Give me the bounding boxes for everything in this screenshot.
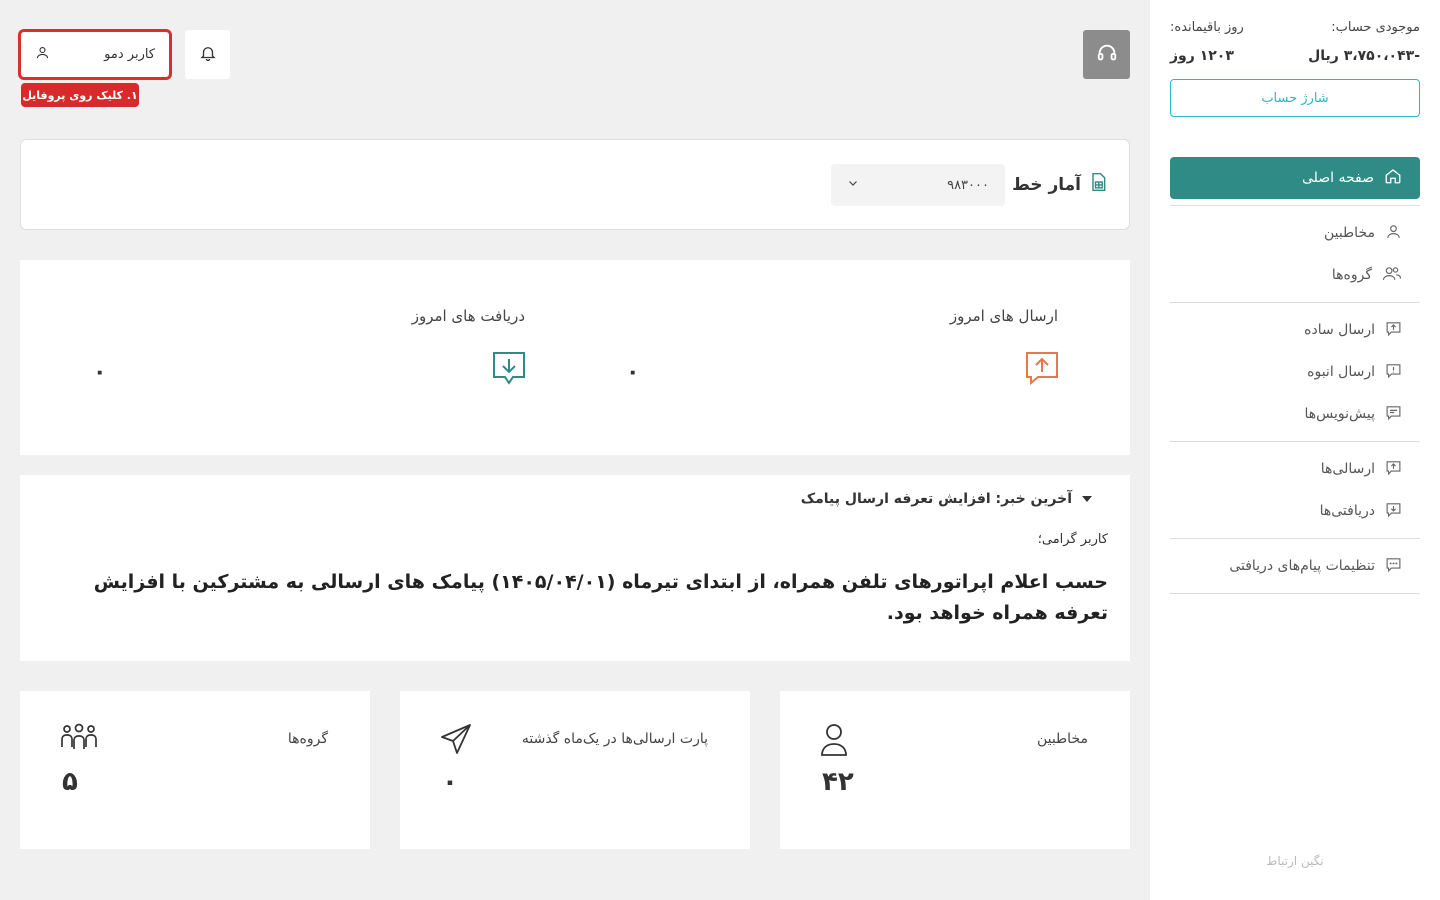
page-title: آمار خط <box>1012 174 1081 195</box>
users-icon <box>1382 265 1402 286</box>
sidebar-item-label: دریافتی‌ها <box>1319 503 1375 519</box>
news-title: آخرین خبر: افزایش تعرفه ارسال پیامک <box>800 491 1072 507</box>
menu-group-reports: ارسالی‌ها دریافتی‌ها <box>1170 442 1420 539</box>
groups-stat-value: ۵ <box>62 767 78 797</box>
sidebar-item-simple-send[interactable]: ارسال ساده <box>1170 309 1420 351</box>
sidebar-item-label: گروه‌ها <box>1331 267 1372 283</box>
sent-parts-stat-value: ۰ <box>442 767 458 797</box>
footer-brand-link[interactable]: نگین ارتباط <box>1150 854 1440 868</box>
support-button[interactable] <box>1083 30 1130 79</box>
days-remaining-value: ۱۲۰۳ روز <box>1170 48 1234 64</box>
message-draft-icon <box>1385 404 1402 425</box>
message-upload-icon <box>1385 320 1402 341</box>
bell-icon <box>199 44 217 66</box>
sidebar-item-label: ارسال ساده <box>1304 322 1375 338</box>
inbox-icon <box>1385 501 1402 522</box>
contacts-stat-card[interactable]: مخاطبین ۴۲ <box>780 691 1130 849</box>
days-remaining-label: روز باقیمانده: <box>1170 20 1244 35</box>
charge-account-button[interactable]: شارژ حساب <box>1170 79 1420 117</box>
latest-news-card: آخرین خبر: افزایش تعرفه ارسال پیامک کارب… <box>20 475 1130 661</box>
home-icon <box>1384 167 1402 189</box>
sidebar-item-label: پیش‌نویس‌ها <box>1304 406 1376 422</box>
chevron-down-icon <box>847 177 859 193</box>
sidebar-item-received[interactable]: دریافتی‌ها <box>1170 490 1420 532</box>
sidebar-item-drafts[interactable]: پیش‌نویس‌ها <box>1170 393 1420 435</box>
message-download-icon <box>491 350 527 390</box>
today-sent-value: ۰ <box>626 360 640 385</box>
line-stats-title: آمار خط <box>1012 172 1107 197</box>
line-stats-card: آمار خط ۹۸۳۰۰۰ <box>20 139 1130 230</box>
today-sent-label: ارسال های امروز <box>949 307 1058 325</box>
message-upload-icon <box>1024 350 1060 390</box>
paper-plane-icon <box>440 723 472 759</box>
notifications-button[interactable] <box>185 30 230 79</box>
sidebar-item-label: ارسال انبوه <box>1307 364 1375 380</box>
news-greeting: کاربر گرامی؛ <box>1037 532 1108 547</box>
contacts-stat-label: مخاطبین <box>1036 731 1088 747</box>
user-icon <box>1385 223 1402 244</box>
balance-values-row: -۳،۷۵۰،۰۴۳ ریال ۱۲۰۳ روز <box>1170 48 1420 64</box>
menu-group-contacts: مخاطبین گروه‌ها <box>1170 205 1420 303</box>
groups-stat-card[interactable]: گروه‌ها ۵ <box>20 691 370 849</box>
balance-label: موجودی حساب: <box>1331 20 1420 35</box>
balance-value: -۳،۷۵۰،۰۴۳ ریال <box>1308 48 1420 64</box>
sent-parts-stat-label: پارت ارسالی‌ها در یک‌ماه گذشته <box>521 731 708 747</box>
sim-card-icon <box>1089 172 1107 197</box>
news-body: حسب اعلام اپراتورهای تلفن همراه، از ابتد… <box>93 571 1108 624</box>
contacts-stat-value: ۴۲ <box>822 767 854 797</box>
sidebar-item-bulk-send[interactable]: ارسال انبوه <box>1170 351 1420 393</box>
line-select-dropdown[interactable]: ۹۸۳۰۰۰ <box>831 164 1005 206</box>
user-icon <box>820 723 848 761</box>
news-toggle[interactable]: آخرین خبر: افزایش تعرفه ارسال پیامک <box>801 491 1092 507</box>
menu-group-send: ارسال ساده ارسال انبوه پیش‌نویس‌ها <box>1170 303 1420 442</box>
sidebar-item-sent[interactable]: ارسالی‌ها <box>1170 448 1420 490</box>
sidebar-item-label: صفحه اصلی <box>1301 170 1374 186</box>
sidebar-item-contacts[interactable]: مخاطبین <box>1170 212 1420 254</box>
message-alert-icon <box>1385 362 1402 383</box>
sidebar: موجودی حساب: روز باقیمانده: -۳،۷۵۰،۰۴۳ ر… <box>1150 0 1440 900</box>
today-received-label: دریافت های امروز <box>411 307 525 325</box>
sidebar-menu: صفحه اصلی مخاطبین گروه‌ها ارسال ساده ارس… <box>1170 157 1420 594</box>
user-name: کاربر دمو <box>104 47 155 62</box>
sidebar-item-home[interactable]: صفحه اصلی <box>1170 157 1420 199</box>
user-icon <box>35 45 50 64</box>
caret-down-icon <box>1082 491 1092 507</box>
menu-group-settings: تنظیمات پیام‌های دریافتی <box>1170 539 1420 594</box>
sent-parts-stat-card[interactable]: پارت ارسالی‌ها در یک‌ماه گذشته ۰ <box>400 691 750 849</box>
sidebar-item-groups[interactable]: گروه‌ها <box>1170 254 1420 296</box>
profile-button[interactable]: کاربر دمو <box>18 29 172 80</box>
message-dots-icon <box>1385 556 1402 577</box>
headset-icon <box>1096 42 1118 68</box>
group-icon <box>60 723 98 755</box>
groups-stat-label: گروه‌ها <box>287 731 328 747</box>
sidebar-item-label: ارسالی‌ها <box>1320 461 1375 477</box>
sidebar-item-incoming-settings[interactable]: تنظیمات پیام‌های دریافتی <box>1170 545 1420 587</box>
outbox-icon <box>1385 459 1402 480</box>
sidebar-item-label: مخاطبین <box>1323 225 1375 241</box>
selected-line-value: ۹۸۳۰۰۰ <box>947 177 989 193</box>
today-received-value: ۰ <box>93 360 107 385</box>
today-stats-card: ارسال های امروز ۰ دریافت های امروز ۰ <box>20 260 1130 455</box>
sidebar-item-label: تنظیمات پیام‌های دریافتی <box>1229 558 1375 574</box>
tutorial-tip-badge: ۱. کلیک روی پروفایل <box>21 83 139 107</box>
balance-labels-row: موجودی حساب: روز باقیمانده: <box>1170 20 1420 35</box>
